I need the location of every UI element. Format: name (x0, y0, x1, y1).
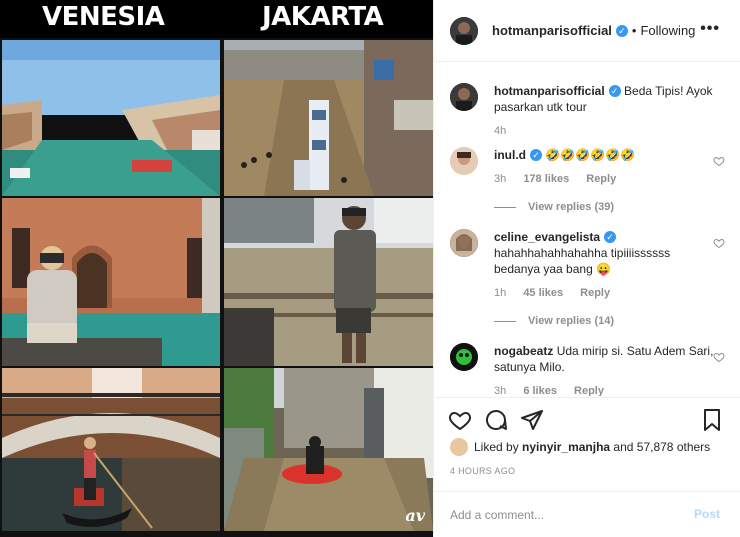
separator-dot: • (631, 23, 637, 38)
instagram-post: VENESIA JAKARTA av hotmanparisofficial ✓… (0, 0, 740, 537)
post-image[interactable]: VENESIA JAKARTA av (0, 0, 433, 537)
jakarta-flood-street-photo (224, 40, 433, 196)
reply-button[interactable]: Reply (574, 385, 604, 396)
comment-username[interactable]: nogabeatz (494, 344, 553, 358)
reply-button[interactable]: Reply (580, 287, 610, 299)
post-header: hotmanparisofficial ✓ • Following ••• (434, 0, 740, 62)
view-replies-button[interactable]: View replies (39) (494, 199, 714, 215)
jakarta-man-flood-photo (224, 198, 433, 366)
comment-likes[interactable]: 6 likes (523, 385, 557, 396)
post-sidebar: hotmanparisofficial ✓ • Following ••• ho… (433, 0, 740, 537)
verified-icon: ✓ (604, 231, 617, 243)
following-button[interactable]: Following (640, 23, 695, 38)
verified-icon: ✓ (615, 24, 628, 37)
comment-input[interactable] (450, 507, 680, 522)
jakarta-title: JAKARTA (262, 2, 384, 32)
watermark: av (405, 506, 425, 525)
more-icon[interactable]: ••• (700, 20, 720, 38)
comment-item: nogabeatz Uda mirip si. Satu Adem Sari, … (450, 343, 725, 396)
comment-username[interactable]: celine_evangelista (494, 230, 600, 244)
author-avatar[interactable] (450, 16, 478, 45)
liker-avatar[interactable] (450, 438, 468, 456)
action-bar (434, 397, 740, 441)
comment-text: hahahhahahhahahha tipiiiissssss bedanya … (494, 246, 671, 276)
comment-likes[interactable]: 45 likes (523, 287, 563, 299)
comment-time[interactable]: 3h (494, 385, 506, 396)
heart-icon[interactable] (713, 351, 725, 363)
commenter-avatar[interactable] (450, 229, 478, 257)
heart-icon[interactable] (713, 237, 725, 249)
comment-item: inul.d ✓ 🤣🤣🤣🤣🤣🤣 3h 178 likes Reply View r… (450, 147, 725, 217)
verified-icon: ✓ (530, 149, 542, 161)
add-comment-bar: Post (434, 491, 740, 537)
comments-list[interactable]: hotmanparisofficial ✓ Beda Tipis! Ayok pa… (434, 63, 740, 396)
comment-time[interactable]: 1h (494, 287, 506, 299)
post-button[interactable]: Post (694, 507, 720, 521)
comment-item: celine_evangelista ✓ hahahhahahhahahha ti… (450, 229, 725, 327)
venesia-title: VENESIA (42, 2, 165, 32)
jakarta-alley-boat-photo: av (224, 368, 433, 531)
venice-woman-photo (2, 198, 220, 366)
heart-icon[interactable] (713, 155, 725, 167)
venice-canal-photo (2, 40, 220, 196)
comment-username[interactable]: inul.d (494, 148, 526, 162)
commenter-avatar[interactable] (450, 343, 478, 371)
reply-button[interactable]: Reply (586, 173, 616, 185)
caption-avatar[interactable] (450, 83, 478, 111)
liked-by: Liked by nyinyir_manjha and 57,878 other… (450, 438, 710, 456)
bookmark-icon[interactable] (700, 408, 724, 432)
comment-icon[interactable] (484, 408, 508, 432)
share-icon[interactable] (520, 408, 544, 432)
verified-icon: ✓ (608, 85, 621, 97)
view-replies-label: View replies (39) (528, 201, 615, 213)
comment-text: 🤣🤣🤣🤣🤣🤣 (545, 148, 635, 162)
caption-time[interactable]: 4h (494, 125, 506, 137)
media-title-bar: VENESIA JAKARTA (0, 0, 433, 38)
author-username[interactable]: hotmanparisofficial (492, 23, 612, 38)
venice-gondola-photo (2, 368, 220, 531)
comment-likes[interactable]: 178 likes (523, 173, 569, 185)
heart-icon[interactable] (448, 408, 472, 432)
view-replies-button[interactable]: View replies (14) (494, 313, 714, 329)
liker-username[interactable]: nyinyir_manjha (522, 440, 610, 454)
view-replies-label: View replies (14) (528, 315, 615, 327)
caption: hotmanparisofficial ✓ Beda Tipis! Ayok pa… (450, 83, 725, 143)
comment-time[interactable]: 3h (494, 173, 506, 185)
likes-count[interactable]: and 57,878 others (613, 440, 710, 454)
post-timestamp[interactable]: 4 HOURS AGO (450, 466, 515, 476)
liked-by-prefix: Liked by (474, 440, 519, 454)
commenter-avatar[interactable] (450, 147, 478, 175)
caption-username[interactable]: hotmanparisofficial (494, 84, 605, 98)
